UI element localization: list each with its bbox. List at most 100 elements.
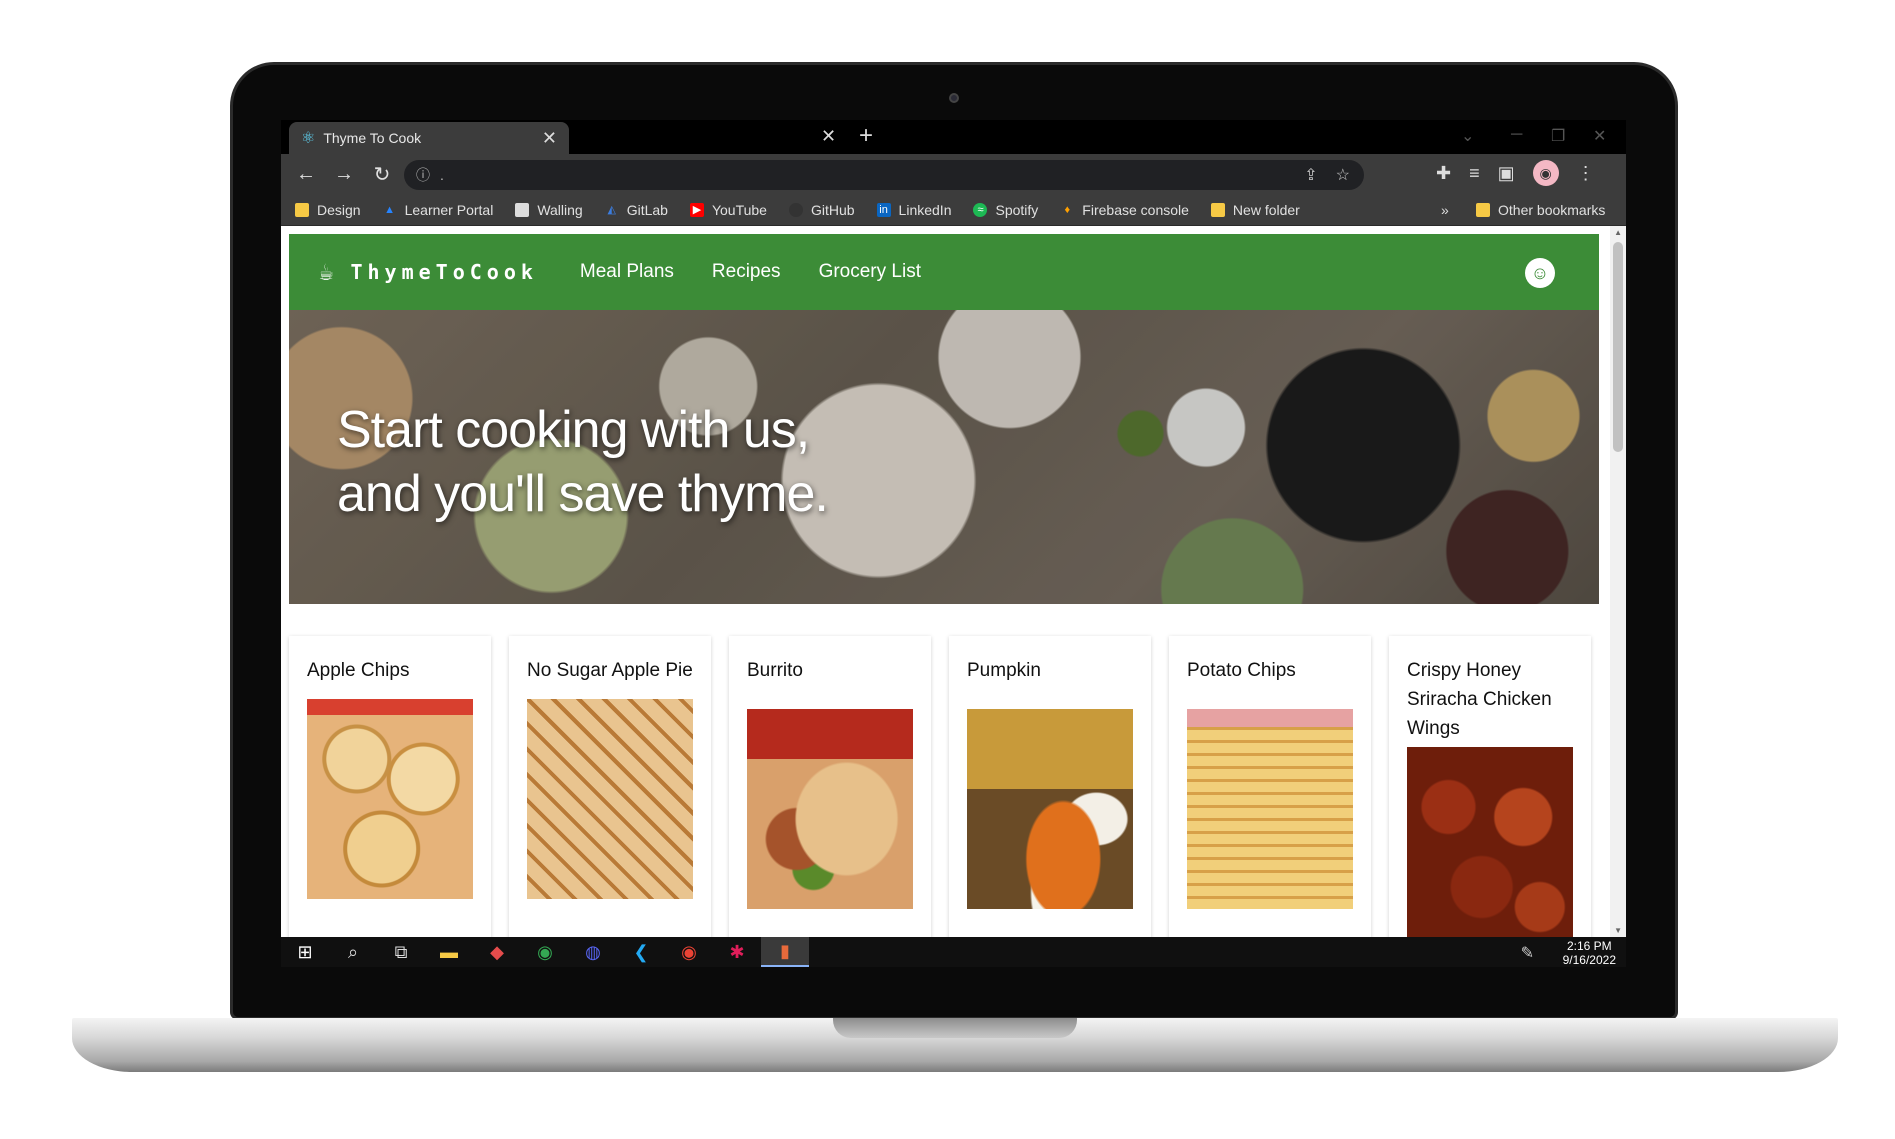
bookmark-learner-portal[interactable]: ▲ Learner Portal [383, 201, 494, 218]
page-scrollbar[interactable]: ▲ ▼ [1610, 226, 1626, 937]
profile-avatar[interactable]: ◉ [1532, 160, 1559, 186]
close-tab-icon[interactable]: ✕ [542, 128, 557, 149]
bookmark-label: Firebase console [1082, 201, 1189, 218]
media-control-icon[interactable]: ≡ [1469, 163, 1480, 184]
atlassian-icon: ▲ [384, 203, 396, 216]
nav-recipes[interactable]: Recipes [712, 261, 781, 283]
menu-kebab-icon[interactable]: ⋮ [1577, 163, 1595, 184]
chrome-profile-icon[interactable]: ◉ [665, 937, 713, 967]
hero-line-2: and you'll save thyme. [337, 465, 829, 523]
brand-name: ThymeToCook [350, 260, 538, 284]
pen-icon[interactable]: ✎ [1521, 943, 1534, 963]
recipe-image-chicken-wings [1407, 747, 1573, 937]
folder-icon [1476, 203, 1490, 217]
screen: ⚛ Thyme To Cook ✕ ✕ + ⌄ ─ ❐ ✕ ← → ↻ ⓘ . … [281, 120, 1626, 967]
bookmark-label: LinkedIn [898, 201, 952, 218]
recipe-title: Apple Chips [307, 660, 410, 681]
user-profile-icon[interactable]: ☺ [1525, 258, 1555, 288]
system-clock[interactable]: 2:16 PM 9/16/2022 [1563, 939, 1616, 967]
bookmark-linkedin[interactable]: in LinkedIn [876, 201, 952, 218]
chrome-icon[interactable]: ◉ [521, 937, 569, 967]
recipe-card[interactable]: No Sugar Apple Pie [509, 636, 711, 937]
bookmark-gitlab[interactable]: ◭ GitLab [605, 201, 668, 218]
bookmark-walling[interactable]: Walling [515, 201, 583, 218]
reload-icon[interactable]: ↻ [363, 162, 401, 187]
spotify-icon: ≈ [973, 202, 988, 217]
bookmark-label: Walling [537, 201, 583, 218]
more-bookmarks-chevron[interactable]: » [1441, 202, 1449, 218]
tab-title: Thyme To Cook [323, 130, 422, 146]
bookmark-label: Other bookmarks [1498, 202, 1606, 218]
firebase-icon: ♦ [1064, 203, 1071, 216]
bookmark-label: New folder [1232, 201, 1300, 218]
bookmark-github[interactable]: GitHub [788, 202, 855, 218]
recipe-card[interactable]: Crispy Honey Sriracha Chicken Wings [1389, 636, 1591, 937]
vscode-icon[interactable]: ❮ [617, 937, 665, 967]
nav-grocery-list[interactable]: Grocery List [819, 261, 921, 283]
site-info-icon[interactable]: ⓘ [416, 165, 430, 185]
laptop-notch [833, 1018, 1077, 1038]
browser-toolbar: ← → ↻ ⓘ . ⇪ ☆ ✚ ≡ ▣ ◉ ⋮ [281, 154, 1626, 194]
close-window-icon[interactable]: ✕ [1593, 126, 1606, 146]
recipe-title: Potato Chips [1187, 660, 1296, 681]
tab-search-icon[interactable]: ⌄ [1461, 126, 1474, 146]
address-bar[interactable]: ⓘ . ⇪ ☆ [404, 160, 1364, 190]
sourcetree-icon[interactable]: ◆ [473, 937, 521, 967]
hero-headline: Start cooking with us, and you'll save t… [337, 398, 829, 526]
bookmark-label: YouTube [711, 201, 767, 218]
bookmark-label: Spotify [995, 201, 1039, 218]
maximize-icon[interactable]: ❐ [1551, 126, 1565, 146]
recipe-title: Pumpkin [967, 660, 1041, 681]
bookmark-label: Learner Portal [404, 201, 494, 218]
recipe-image-potato-chips [1187, 709, 1353, 909]
bookmark-label: GitLab [626, 201, 668, 218]
share-icon[interactable]: ⇪ [1304, 165, 1317, 185]
site-brand[interactable]: ☕ ThymeToCook [319, 258, 538, 286]
recipe-card[interactable]: Apple Chips [289, 636, 491, 937]
file-explorer-icon[interactable]: ▬ [425, 937, 473, 967]
bookmark-label: Design [317, 201, 361, 218]
task-view-icon[interactable]: ⧉ [377, 937, 425, 967]
page-viewport: ☕ ThymeToCook Meal Plans Recipes Grocery… [281, 226, 1626, 937]
bookmark-spotify[interactable]: ≈ Spotify [973, 202, 1038, 218]
scroll-down-icon[interactable]: ▼ [1614, 926, 1622, 935]
recipe-card[interactable]: Pumpkin [949, 636, 1151, 937]
address-text: . [440, 167, 444, 183]
extensions-icon[interactable]: ✚ [1436, 163, 1451, 184]
side-panel-icon[interactable]: ▣ [1498, 163, 1515, 184]
discord-icon[interactable]: ◍ [569, 937, 617, 967]
forward-icon[interactable]: → [325, 163, 363, 186]
recipe-image-pumpkin [967, 709, 1133, 909]
recipe-title: Burrito [747, 660, 803, 681]
minimize-icon[interactable]: ─ [1511, 126, 1522, 144]
site-navbar: ☕ ThymeToCook Meal Plans Recipes Grocery… [289, 234, 1599, 310]
bookmark-star-icon[interactable]: ☆ [1336, 165, 1350, 185]
tab-strip: ⚛ Thyme To Cook ✕ ✕ + ⌄ ─ ❐ ✕ [281, 120, 1626, 154]
app-active-icon[interactable]: ▮ [761, 937, 809, 967]
folder-icon [295, 202, 309, 217]
bookmark-firebase[interactable]: ♦ Firebase console [1060, 201, 1189, 218]
bookmark-new-folder[interactable]: New folder [1210, 201, 1300, 218]
bookmark-design[interactable]: Design [295, 202, 361, 218]
back-icon[interactable]: ← [287, 163, 325, 186]
recipe-card[interactable]: Potato Chips [1169, 636, 1371, 937]
search-icon[interactable]: ⌕ [329, 937, 377, 967]
close-tab-icon[interactable]: ✕ [821, 126, 836, 147]
browser-tab-active[interactable]: ⚛ Thyme To Cook ✕ [289, 122, 569, 154]
windows-start-icon[interactable]: ⊞ [281, 937, 329, 967]
hero-line-1: Start cooking with us, [337, 401, 810, 459]
bookmark-youtube[interactable]: ▶ YouTube [689, 201, 767, 218]
slack-icon[interactable]: ✱ [713, 937, 761, 967]
nav-meal-plans[interactable]: Meal Plans [580, 261, 674, 283]
recipe-card[interactable]: Burrito [729, 636, 931, 937]
recipe-title: Crispy Honey Sriracha Chicken Wings [1407, 660, 1552, 739]
scroll-up-icon[interactable]: ▲ [1614, 228, 1622, 237]
bookmark-other[interactable]: Other bookmarks [1476, 194, 1605, 226]
recipe-image-apple-chips [307, 699, 473, 899]
webcam [949, 93, 959, 103]
bowl-icon: ☕ [319, 258, 339, 286]
scroll-thumb[interactable] [1613, 242, 1623, 452]
new-tab-button[interactable]: + [859, 122, 873, 150]
linkedin-icon: in [876, 202, 891, 217]
recipe-title: No Sugar Apple Pie [527, 660, 693, 681]
